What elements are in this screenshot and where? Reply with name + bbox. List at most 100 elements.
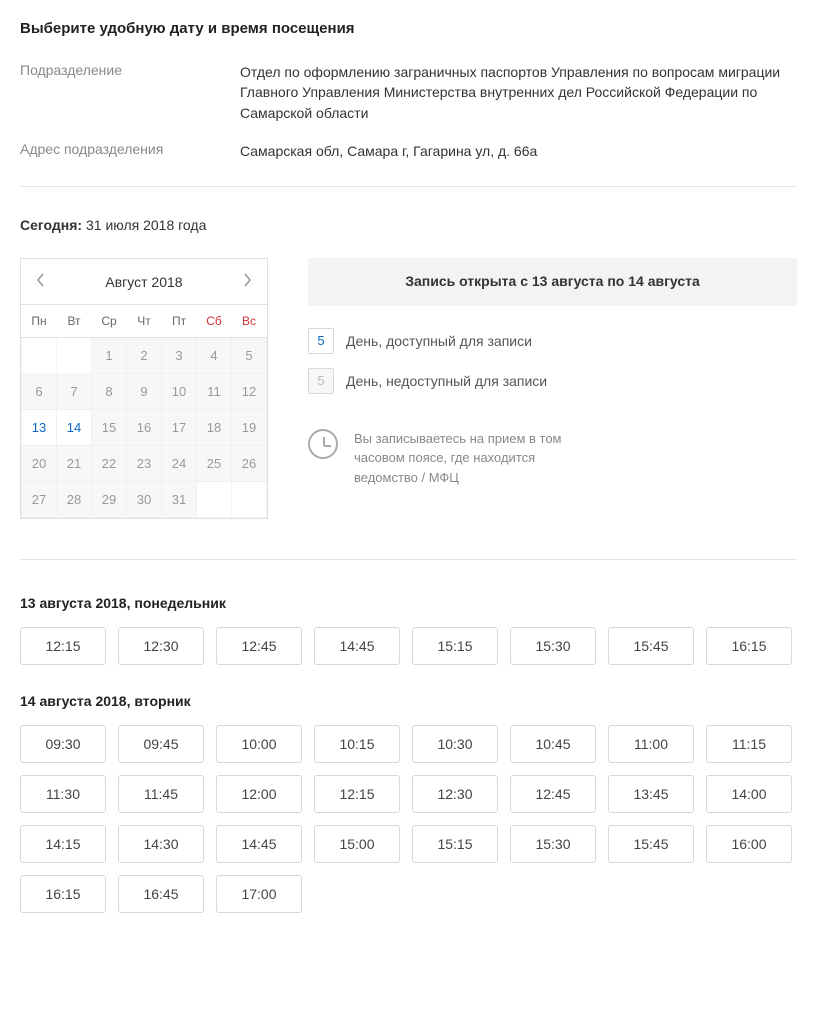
calendar-prev-button[interactable] bbox=[21, 259, 61, 304]
calendar-day-empty bbox=[197, 481, 232, 517]
legend-unavailable-num: 5 bbox=[308, 368, 334, 394]
calendar-weekday: Чт bbox=[127, 305, 162, 337]
calendar-day-empty bbox=[22, 337, 57, 373]
legend-unavailable: 5 День, недоступный для записи bbox=[308, 368, 797, 394]
calendar-weekday: Пн bbox=[22, 305, 57, 337]
calendar-month: Август 2018 bbox=[105, 274, 182, 290]
time-slots: 09:30 09:45 10:00 10:15 10:30 10:45 11:00 11:15… bbox=[20, 725, 797, 913]
calendar-day-unavailable: 24 bbox=[162, 445, 197, 481]
chevron-left-icon bbox=[36, 273, 46, 290]
calendar-day-available[interactable]: 14 bbox=[57, 409, 92, 445]
calendar-day-unavailable: 5 bbox=[232, 337, 267, 373]
calendar-weekday: Сб bbox=[197, 305, 232, 337]
calendar-day-empty bbox=[57, 337, 92, 373]
time-slot[interactable]: 14:45 bbox=[216, 825, 302, 863]
time-slot[interactable]: 12:45 bbox=[510, 775, 596, 813]
date-block: 14 августа 2018, вторник 09:30 09:45 10:00 1… bbox=[20, 693, 797, 913]
address-row: Адрес подразделения Самарская обл, Самар… bbox=[20, 141, 797, 161]
calendar-header: Август 2018 bbox=[21, 259, 267, 305]
today-line: Сегодня: 31 июля 2018 года bbox=[20, 217, 797, 233]
divider bbox=[20, 186, 797, 187]
calendar-day-unavailable: 9 bbox=[127, 373, 162, 409]
department-row: Подразделение Отдел по оформлению загран… bbox=[20, 62, 797, 123]
calendar-day-unavailable: 6 bbox=[22, 373, 57, 409]
chevron-right-icon bbox=[242, 273, 252, 290]
calendar-grid: ПнВтСрЧтПтСбВс 1234567891011121314151617… bbox=[21, 305, 267, 518]
calendar-day-unavailable: 3 bbox=[162, 337, 197, 373]
today-label: Сегодня: bbox=[20, 217, 82, 233]
calendar-day-unavailable: 31 bbox=[162, 481, 197, 517]
legend-box: Запись открыта с 13 августа по 14 август… bbox=[308, 258, 797, 487]
calendar-day-unavailable: 17 bbox=[162, 409, 197, 445]
calendar-day-unavailable: 28 bbox=[57, 481, 92, 517]
time-slot[interactable]: 15:30 bbox=[510, 825, 596, 863]
calendar-day-unavailable: 8 bbox=[92, 373, 127, 409]
department-value: Отдел по оформлению заграничных паспорто… bbox=[240, 62, 797, 123]
date-heading: 14 августа 2018, вторник bbox=[20, 693, 797, 709]
time-slot[interactable]: 16:00 bbox=[706, 825, 792, 863]
calendar-day-unavailable: 4 bbox=[197, 337, 232, 373]
calendar-day-unavailable: 27 bbox=[22, 481, 57, 517]
time-slot[interactable]: 15:15 bbox=[412, 627, 498, 665]
legend-available-num: 5 bbox=[308, 328, 334, 354]
time-slot[interactable]: 12:30 bbox=[118, 627, 204, 665]
time-slot[interactable]: 10:30 bbox=[412, 725, 498, 763]
time-slot[interactable]: 11:15 bbox=[706, 725, 792, 763]
time-slot[interactable]: 15:00 bbox=[314, 825, 400, 863]
calendar-day-unavailable: 23 bbox=[127, 445, 162, 481]
page-title: Выберите удобную дату и время посещения bbox=[20, 20, 797, 37]
time-slot[interactable]: 09:30 bbox=[20, 725, 106, 763]
time-slot[interactable]: 10:15 bbox=[314, 725, 400, 763]
divider bbox=[20, 559, 797, 560]
calendar-day-unavailable: 7 bbox=[57, 373, 92, 409]
time-slot[interactable]: 14:00 bbox=[706, 775, 792, 813]
time-slot[interactable]: 14:15 bbox=[20, 825, 106, 863]
calendar-day-unavailable: 19 bbox=[232, 409, 267, 445]
time-slot[interactable]: 12:30 bbox=[412, 775, 498, 813]
calendar-day-unavailable: 22 bbox=[92, 445, 127, 481]
calendar-day-unavailable: 11 bbox=[197, 373, 232, 409]
time-slot[interactable]: 12:00 bbox=[216, 775, 302, 813]
calendar: Август 2018 ПнВтСрЧтПтСбВс 1234567891011… bbox=[20, 258, 268, 519]
time-slot[interactable]: 09:45 bbox=[118, 725, 204, 763]
time-slot[interactable]: 11:45 bbox=[118, 775, 204, 813]
calendar-day-unavailable: 20 bbox=[22, 445, 57, 481]
calendar-next-button[interactable] bbox=[227, 259, 267, 304]
calendar-day-unavailable: 18 bbox=[197, 409, 232, 445]
timezone-note: Вы записываетесь на прием в том часовом … bbox=[308, 429, 797, 488]
booking-window-banner: Запись открыта с 13 августа по 14 август… bbox=[308, 258, 797, 306]
address-value: Самарская обл, Самара г, Гагарина ул, д.… bbox=[240, 141, 537, 161]
department-label: Подразделение bbox=[20, 62, 240, 123]
time-slot[interactable]: 16:15 bbox=[20, 875, 106, 913]
time-slot[interactable]: 17:00 bbox=[216, 875, 302, 913]
time-slot[interactable]: 14:45 bbox=[314, 627, 400, 665]
calendar-day-unavailable: 16 bbox=[127, 409, 162, 445]
time-slot[interactable]: 12:15 bbox=[20, 627, 106, 665]
time-slot[interactable]: 16:15 bbox=[706, 627, 792, 665]
time-slot[interactable]: 13:45 bbox=[608, 775, 694, 813]
calendar-weekday: Ср bbox=[92, 305, 127, 337]
today-value: 31 июля 2018 года bbox=[86, 217, 206, 233]
time-slot[interactable]: 15:45 bbox=[608, 825, 694, 863]
time-slot[interactable]: 12:15 bbox=[314, 775, 400, 813]
calendar-day-unavailable: 21 bbox=[57, 445, 92, 481]
calendar-day-unavailable: 26 bbox=[232, 445, 267, 481]
calendar-day-unavailable: 1 bbox=[92, 337, 127, 373]
calendar-day-available[interactable]: 13 bbox=[22, 409, 57, 445]
calendar-day-unavailable: 29 bbox=[92, 481, 127, 517]
calendar-weekday: Вс bbox=[232, 305, 267, 337]
time-slot[interactable]: 15:30 bbox=[510, 627, 596, 665]
calendar-weekday: Пт bbox=[162, 305, 197, 337]
time-slot[interactable]: 16:45 bbox=[118, 875, 204, 913]
time-slot[interactable]: 15:15 bbox=[412, 825, 498, 863]
timezone-note-text: Вы записываетесь на прием в том часовом … bbox=[354, 429, 574, 488]
time-slot[interactable]: 10:45 bbox=[510, 725, 596, 763]
time-slot[interactable]: 15:45 bbox=[608, 627, 694, 665]
time-slot[interactable]: 12:45 bbox=[216, 627, 302, 665]
time-slot[interactable]: 11:00 bbox=[608, 725, 694, 763]
time-slot[interactable]: 14:30 bbox=[118, 825, 204, 863]
time-slot[interactable]: 10:00 bbox=[216, 725, 302, 763]
time-slot[interactable]: 11:30 bbox=[20, 775, 106, 813]
date-block: 13 августа 2018, понедельник12:1512:3012… bbox=[20, 595, 797, 665]
calendar-day-unavailable: 12 bbox=[232, 373, 267, 409]
